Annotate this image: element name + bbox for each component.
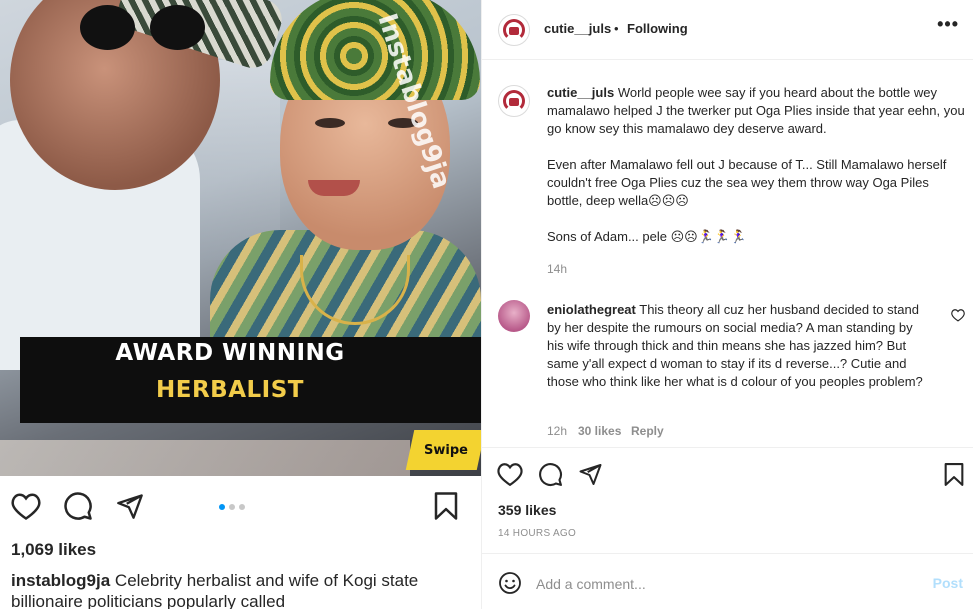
carousel-dot xyxy=(239,504,245,510)
like-count[interactable]: 359 likes xyxy=(498,502,556,518)
post-right-panel: cutie__juls • Following ••• cutie__juls … xyxy=(482,0,973,609)
save-bookmark-icon[interactable] xyxy=(940,460,968,488)
comment-time[interactable]: 12h xyxy=(547,424,567,438)
carousel-indicator xyxy=(219,504,245,510)
swipe-label: Swipe xyxy=(424,443,468,458)
instagram-post-page: Instablog9ja AWARD WINNING HERBALIST Swi… xyxy=(0,0,973,609)
reply-button[interactable]: Reply xyxy=(631,424,664,438)
banner-line-2: HERBALIST xyxy=(156,377,304,403)
comment-bubble-icon[interactable] xyxy=(536,460,564,488)
post-image[interactable]: Instablog9ja AWARD WINNING HERBALIST Swi… xyxy=(0,0,481,476)
comment-item: eniolathegreat This theory all cuz her h… xyxy=(547,301,927,391)
banner-line-1: AWARD WINNING xyxy=(115,340,345,366)
caption-username[interactable]: instablog9ja xyxy=(11,571,110,590)
comment-username[interactable]: eniolathegreat xyxy=(547,302,636,317)
header-separator: • xyxy=(614,21,619,36)
right-action-row xyxy=(496,460,966,488)
comment-paragraph: Sons of Adam... pele ☹☹🏃‍♀️🏃‍♀️🏃‍♀️ xyxy=(547,229,747,244)
post-comment-button[interactable]: Post xyxy=(933,575,963,591)
author-username[interactable]: cutie__juls xyxy=(544,21,611,36)
save-bookmark-icon[interactable] xyxy=(430,490,462,522)
award-banner: AWARD WINNING HERBALIST xyxy=(20,337,481,423)
like-heart-icon[interactable] xyxy=(496,460,524,488)
emoji-icon[interactable] xyxy=(498,571,522,595)
post-header: cutie__juls • Following ••• xyxy=(482,0,973,60)
comment-bubble-icon[interactable] xyxy=(62,490,94,522)
comment-input[interactable] xyxy=(536,574,896,594)
carousel-dot-active xyxy=(219,504,225,510)
comment-paragraph: eniolathegreat This theory all cuz her h… xyxy=(547,302,923,389)
comment-avatar[interactable] xyxy=(498,300,530,332)
comment-paragraph: Even after Mamalawo fell out J because o… xyxy=(547,157,947,208)
post-left-panel: Instablog9ja AWARD WINNING HERBALIST Swi… xyxy=(0,0,481,609)
comment-username[interactable]: cutie__juls xyxy=(547,85,614,100)
post-caption: instablog9ja Celebrity herbalist and wif… xyxy=(11,570,471,609)
comment-avatar[interactable] xyxy=(498,85,530,117)
more-horizontal-icon[interactable]: ••• xyxy=(937,14,959,35)
share-paper-plane-icon[interactable] xyxy=(576,460,604,488)
like-heart-icon[interactable] xyxy=(10,490,42,522)
comment-time[interactable]: 14h xyxy=(547,262,567,276)
comment-like-count[interactable]: 30 likes xyxy=(578,424,621,438)
author-avatar[interactable] xyxy=(498,14,530,46)
share-paper-plane-icon[interactable] xyxy=(114,490,146,522)
comments-list: cutie__juls World people wee say if you … xyxy=(482,60,973,447)
comment-item: cutie__juls World people wee say if you … xyxy=(547,84,967,246)
comment-like-heart-icon[interactable] xyxy=(951,308,965,322)
following-button[interactable]: Following xyxy=(627,21,688,36)
comment-paragraph: cutie__juls World people wee say if you … xyxy=(547,85,965,136)
left-like-count[interactable]: 1,069 likes xyxy=(11,540,96,560)
carousel-dot xyxy=(229,504,235,510)
post-timestamp[interactable]: 14 HOURS AGO xyxy=(498,528,576,539)
